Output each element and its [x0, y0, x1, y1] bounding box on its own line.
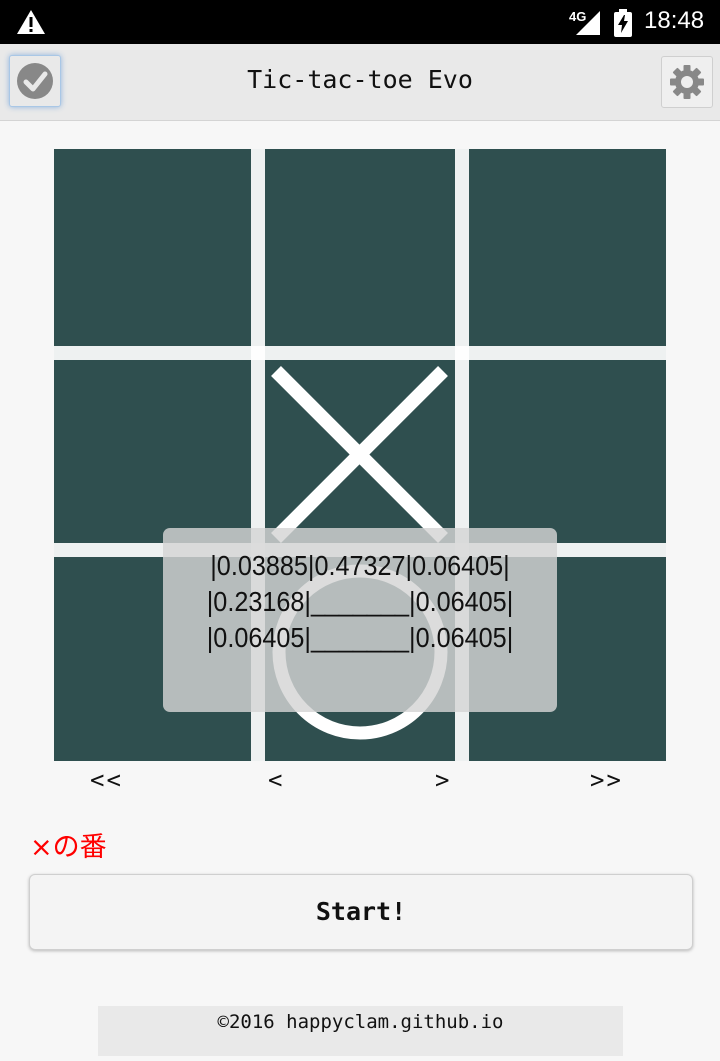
status-bar: 4G 18:48: [0, 0, 720, 44]
evaluation-row: |0.03885|0.47327|0.06405|: [210, 550, 510, 581]
evaluation-row: |0.23168|_______|0.06405|: [206, 586, 514, 617]
grid-line: [54, 346, 666, 360]
last-move-button[interactable]: >>: [590, 766, 623, 794]
evaluation-row: |0.06405|_______|0.06405|: [206, 622, 514, 653]
turn-status: ×の番: [30, 832, 107, 863]
app-title: Tic-tac-toe Evo: [247, 65, 473, 94]
evaluation-overlay: |0.03885|0.47327|0.06405| |0.23168|_____…: [163, 528, 557, 712]
footer-copyright: ©2016 happyclam.github.io: [98, 1006, 623, 1056]
app-header: Tic-tac-toe Evo: [0, 44, 720, 121]
next-move-button[interactable]: >: [435, 766, 451, 794]
warning-icon: [17, 10, 45, 34]
previous-move-button[interactable]: <: [268, 766, 284, 794]
start-button[interactable]: Start!: [29, 874, 693, 950]
settings-button[interactable]: [661, 56, 713, 108]
battery-charging-icon: [614, 9, 632, 37]
x-mark: [271, 366, 448, 543]
clock: 18:48: [644, 7, 705, 34]
first-move-button[interactable]: <<: [90, 766, 123, 794]
signal-icon: [576, 11, 600, 35]
gear-icon: [670, 65, 704, 99]
